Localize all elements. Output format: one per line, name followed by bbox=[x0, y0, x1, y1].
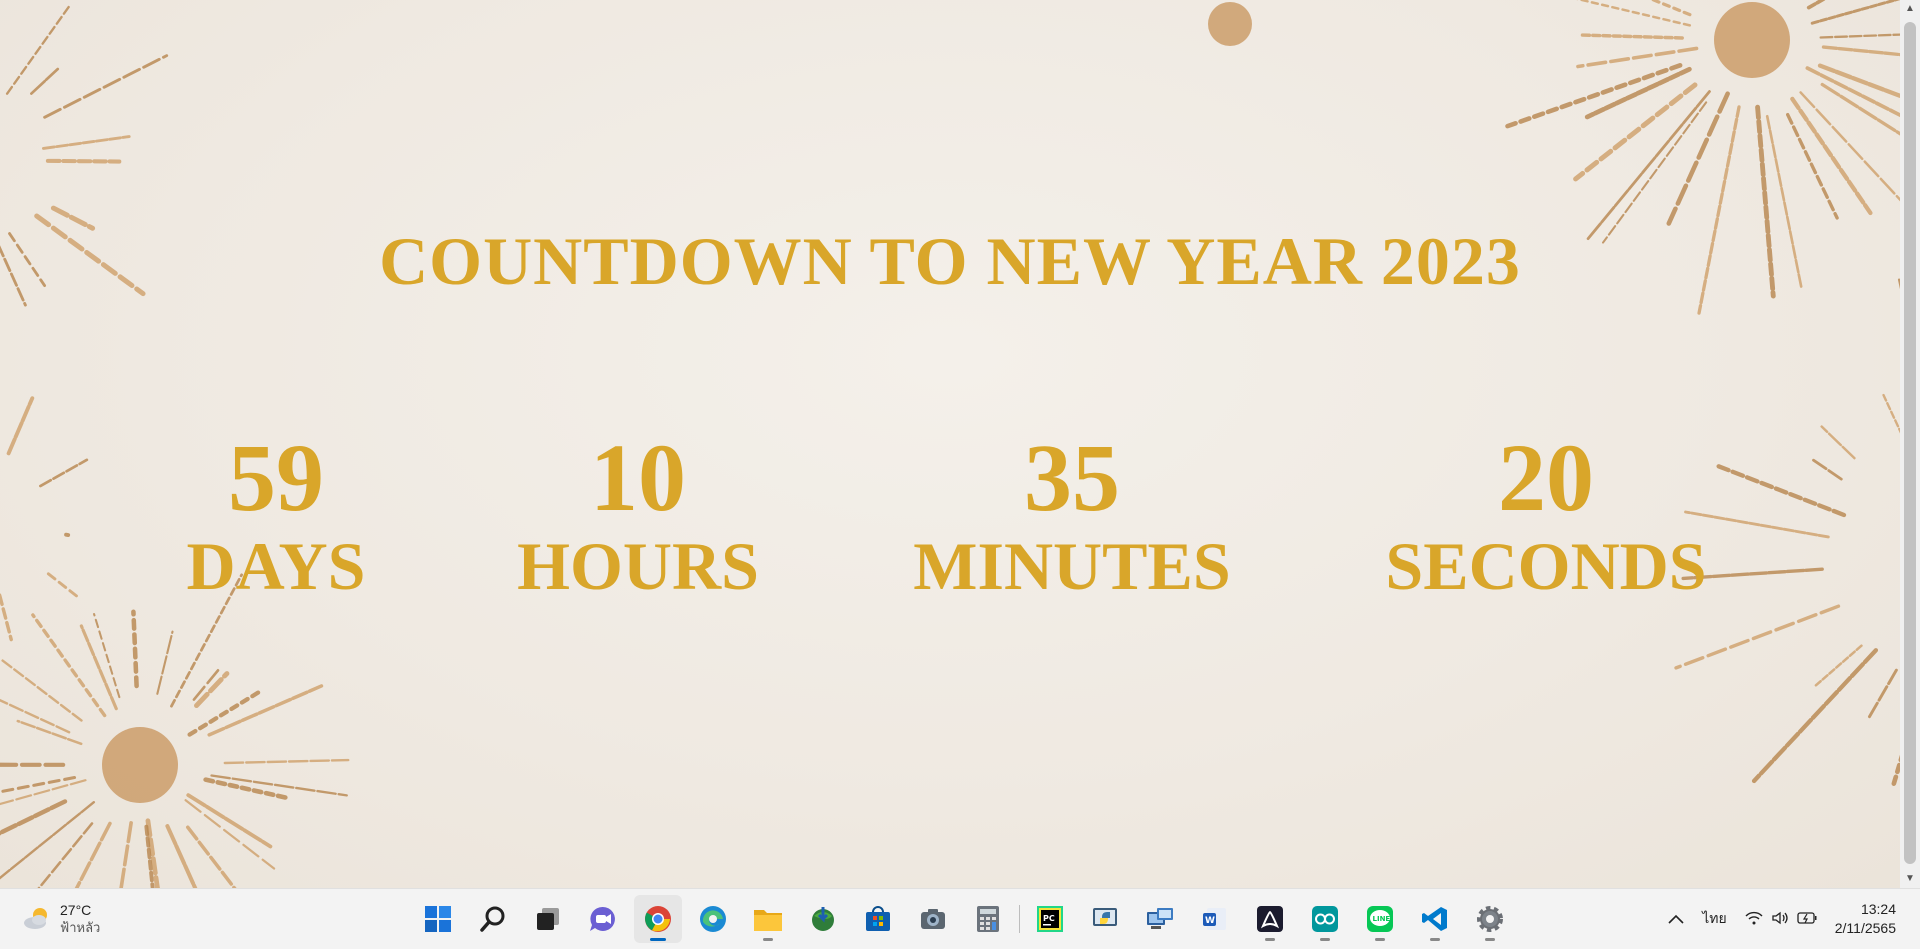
remote-desktop-icon bbox=[1145, 904, 1175, 934]
search-button[interactable] bbox=[469, 895, 517, 943]
partly-cloudy-icon bbox=[22, 904, 52, 934]
scrollbar-thumb[interactable] bbox=[1904, 22, 1916, 864]
edge-icon bbox=[698, 904, 728, 934]
weather-widget[interactable]: 27°C ฟ้าหลัว bbox=[22, 899, 100, 939]
file-explorer-button[interactable] bbox=[744, 895, 792, 943]
weather-temperature: 27°C bbox=[60, 901, 100, 919]
task-view-icon bbox=[534, 905, 562, 933]
idm-globe-icon bbox=[808, 904, 838, 934]
vertical-scrollbar[interactable]: ▲ ▼ bbox=[1900, 0, 1920, 888]
arduino-button[interactable] bbox=[1301, 895, 1349, 943]
chrome-button[interactable] bbox=[634, 895, 682, 943]
taskbar-separator bbox=[1019, 905, 1020, 933]
python-idle-button[interactable] bbox=[1081, 895, 1129, 943]
line-button[interactable]: LINE bbox=[1356, 895, 1404, 943]
line-icon: LINE bbox=[1365, 904, 1395, 934]
days-unit: 59 DAYS bbox=[66, 426, 486, 602]
search-icon bbox=[479, 905, 507, 933]
minutes-unit: 35 MINUTES bbox=[862, 426, 1282, 602]
gear-icon bbox=[1475, 904, 1505, 934]
camera-button[interactable] bbox=[909, 895, 957, 943]
clock-time: 13:24 bbox=[1835, 900, 1896, 919]
volume-icon[interactable] bbox=[1771, 911, 1789, 928]
scroll-up-arrow-icon[interactable]: ▲ bbox=[1900, 0, 1920, 18]
chevron-up-icon[interactable] bbox=[1668, 911, 1684, 927]
open-window-indicator bbox=[1430, 938, 1440, 941]
clock[interactable]: 13:24 2/11/2565 bbox=[1835, 900, 1896, 938]
open-window-indicator bbox=[763, 938, 773, 941]
calculator-icon bbox=[974, 904, 1002, 934]
chrome-icon bbox=[643, 904, 673, 934]
camera-icon bbox=[918, 904, 948, 934]
battery-icon[interactable] bbox=[1797, 911, 1817, 927]
remote-desktop-button[interactable] bbox=[1136, 895, 1184, 943]
seconds-value: 20 bbox=[1336, 426, 1756, 530]
vscode-icon bbox=[1420, 904, 1450, 934]
svg-text:PC: PC bbox=[1043, 914, 1055, 923]
seconds-label: SECONDS bbox=[1336, 530, 1756, 602]
store-icon bbox=[863, 904, 893, 934]
vscode-button[interactable] bbox=[1411, 895, 1459, 943]
pycharm-button[interactable]: PC bbox=[1026, 895, 1074, 943]
svg-text:W: W bbox=[1205, 916, 1215, 926]
start-button[interactable] bbox=[414, 895, 462, 943]
open-window-indicator bbox=[1320, 938, 1330, 941]
open-window-indicator bbox=[1375, 938, 1385, 941]
folder-icon bbox=[752, 904, 784, 934]
edge-button[interactable] bbox=[689, 895, 737, 943]
teams-chat-button[interactable] bbox=[579, 895, 627, 943]
countdown-page: COUNTDOWN TO NEW YEAR 2023 59 DAYS 10 HO… bbox=[0, 0, 1900, 888]
minutes-label: MINUTES bbox=[862, 530, 1282, 602]
calculator-button[interactable] bbox=[964, 895, 1012, 943]
acrobat-button[interactable] bbox=[1246, 895, 1294, 943]
seconds-unit: 20 SECONDS bbox=[1336, 426, 1756, 602]
windows-logo-icon bbox=[424, 905, 452, 933]
minutes-value: 35 bbox=[862, 426, 1282, 530]
word-app-button[interactable]: W bbox=[1191, 895, 1239, 943]
chat-icon bbox=[588, 904, 618, 934]
days-value: 59 bbox=[66, 426, 486, 530]
hours-label: HOURS bbox=[428, 530, 848, 602]
taskbar-app-list: PC W bbox=[414, 895, 1521, 943]
scroll-down-arrow-icon[interactable]: ▼ bbox=[1900, 870, 1920, 888]
word-icon: W bbox=[1200, 904, 1230, 934]
task-view-button[interactable] bbox=[524, 895, 572, 943]
taskbar: 27°C ฟ้าหลัว bbox=[0, 888, 1920, 949]
days-label: DAYS bbox=[66, 530, 486, 602]
open-window-indicator bbox=[1265, 938, 1275, 941]
settings-button[interactable] bbox=[1466, 895, 1514, 943]
page-title: COUNTDOWN TO NEW YEAR 2023 bbox=[0, 222, 1900, 301]
input-language-indicator[interactable]: ไทย bbox=[1702, 908, 1726, 930]
clock-date: 2/11/2565 bbox=[1835, 919, 1896, 938]
pycharm-icon: PC bbox=[1035, 904, 1065, 934]
hours-unit: 10 HOURS bbox=[428, 426, 848, 602]
acrobat-icon bbox=[1255, 904, 1285, 934]
arduino-icon bbox=[1310, 904, 1340, 934]
active-window-indicator bbox=[650, 938, 666, 941]
system-tray: ไทย 13:24 2/11/2565 bbox=[1668, 889, 1920, 949]
hours-value: 10 bbox=[428, 426, 848, 530]
weather-condition: ฟ้าหลัว bbox=[60, 919, 100, 937]
python-icon bbox=[1090, 904, 1120, 934]
open-window-indicator bbox=[1485, 938, 1495, 941]
internet-download-manager-button[interactable] bbox=[799, 895, 847, 943]
svg-text:LINE: LINE bbox=[1373, 915, 1391, 923]
microsoft-store-button[interactable] bbox=[854, 895, 902, 943]
wifi-icon[interactable] bbox=[1745, 911, 1763, 928]
